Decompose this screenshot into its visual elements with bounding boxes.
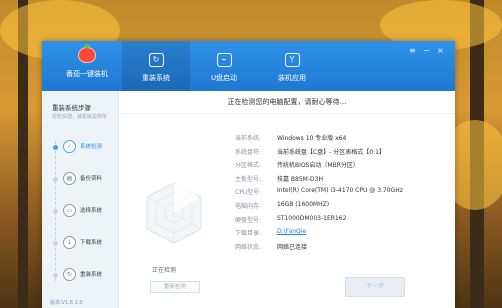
step-label: 重装系统	[80, 272, 103, 278]
step-download: ↓ 下载系统	[51, 233, 117, 253]
close-button[interactable]: ×	[437, 46, 444, 55]
reinstall-icon: ↻	[63, 268, 76, 281]
info-key: 网络状态:	[235, 243, 262, 251]
tomato-logo-icon	[78, 44, 96, 63]
step-dot	[53, 273, 58, 278]
minimize-button[interactable]: −	[423, 46, 430, 55]
menu-icon[interactable]: ≡	[409, 46, 416, 55]
sidebar-subtitle: 轻松快捷，装机就是简单	[52, 114, 108, 120]
info-value: 16GB (1600MHZ)	[277, 200, 330, 208]
tab-reinstall-system[interactable]: ↻ 重装系统	[122, 41, 190, 91]
detect-icon: ✓	[63, 140, 76, 153]
page-title: 正在检测您的电脑配置，请耐心等待…	[119, 91, 455, 114]
info-key: 系统盘符:	[235, 148, 262, 156]
version-label: 版本:V1.6.1.0	[50, 300, 83, 306]
step-dot	[53, 209, 58, 214]
download-icon: ↓	[63, 236, 76, 249]
info-key: 主板型号:	[235, 175, 262, 183]
tab-label: U盘启动	[210, 74, 238, 82]
top-bar: 番茄一键装机 ↻ 重装系统 ⌁ U盘启动 Y 装机应用 ≡ − ×	[42, 41, 455, 91]
info-key: 硬盘型号:	[235, 216, 262, 224]
sidebar-title: 重装系统步骤	[52, 104, 91, 112]
next-step-button[interactable]: 下一步	[345, 277, 405, 297]
step-reinstall: ↻ 重装系统	[51, 265, 117, 285]
info-value: 当前系统盘【C盘】- 分区表格式【0:1】	[277, 148, 385, 156]
os-reinstall-icon: ↻	[148, 53, 164, 67]
step-label: 下载系统	[80, 240, 103, 246]
backup-icon: ▤	[63, 172, 76, 185]
tab-label: 装机应用	[278, 74, 306, 82]
redetect-button[interactable]: 重新检测	[150, 281, 200, 293]
step-system-detect: ✓ 系统检测	[51, 137, 117, 157]
step-dot	[53, 177, 58, 182]
info-key: 电脑内存:	[235, 202, 262, 210]
info-value: 传统机BIOS启动（MBR分区）	[277, 162, 359, 170]
apps-icon: Y	[284, 53, 300, 67]
info-value: Windows 10 专业版 x64	[277, 135, 347, 142]
info-key: 下载目录:	[235, 230, 262, 238]
step-label: 选择系统	[80, 208, 103, 214]
info-key: 当前系统:	[235, 135, 262, 142]
step-backup: ▤ 备份资料	[51, 169, 117, 189]
main-panel: 正在检测您的电脑配置，请耐心等待… 正在检测 重新检测 当前系统: Windows…	[119, 91, 455, 308]
step-label: 备份资料	[80, 176, 103, 182]
info-value: 技嘉 B85M-D3H	[277, 175, 323, 183]
radar-scan-graphic	[146, 182, 202, 244]
sidebar: 重装系统步骤 轻松快捷，装机就是简单 ✓ 系统检测 ▤ 备份资料 ▭ 选择系统 …	[42, 91, 119, 308]
step-dot	[53, 145, 58, 150]
tab-install-apps[interactable]: Y 装机应用	[258, 41, 326, 91]
choose-system-icon: ▭	[63, 204, 76, 217]
tab-label: 重装系统	[142, 74, 170, 82]
brand-name: 番茄一键装机	[66, 70, 108, 78]
info-key: 分区格式:	[235, 162, 262, 170]
info-value: Intel(R) Core(TM) i3-4170 CPU @ 3.70GHz	[277, 187, 403, 195]
step-choose-system: ▭ 选择系统	[51, 201, 117, 221]
info-key: CPU型号:	[235, 189, 262, 197]
usb-icon: ⌁	[216, 53, 232, 67]
brand: 番茄一键装机	[52, 44, 122, 87]
step-label: 系统检测	[80, 144, 103, 150]
info-value: ST1000DM003-1ER162	[277, 214, 347, 222]
download-dir-link[interactable]: D:\FanQie	[277, 228, 306, 235]
radar-caption: 正在检测	[152, 267, 177, 274]
step-dot	[53, 241, 58, 246]
tab-usb-boot[interactable]: ⌁ U盘启动	[190, 41, 258, 91]
info-value: 网络已连接	[277, 243, 308, 251]
app-window: 番茄一键装机 ↻ 重装系统 ⌁ U盘启动 Y 装机应用 ≡ − × 重装系统步骤…	[42, 41, 455, 308]
